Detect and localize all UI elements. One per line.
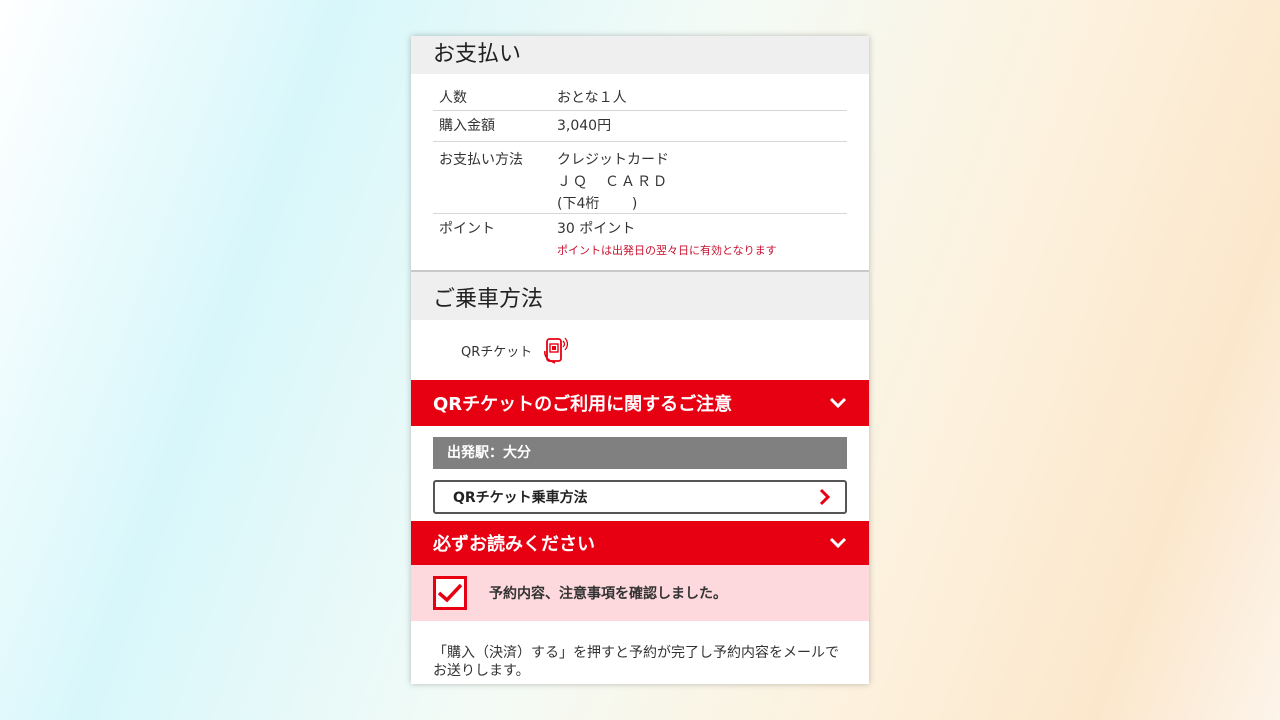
table-row: ポイント 30 ポイント ポイントは出発日の翌々日に有効となります <box>433 214 847 270</box>
row-value-payment-method: クレジットカード ＪＱ ＣＡＲＤ (下4桁 ) <box>557 149 847 213</box>
qr-boarding-howto-label: QRチケット乗車方法 <box>453 490 588 506</box>
qr-phone-icon <box>544 335 569 365</box>
row-label-payment-method: お支払い方法 <box>439 152 523 168</box>
qr-boarding-howto-button[interactable]: QRチケット乗車方法 <box>433 480 847 514</box>
must-read-header[interactable]: 必ずお読みください <box>411 521 869 565</box>
row-label-amount: 購入金額 <box>439 118 495 134</box>
departure-station-bar: 出発駅：大分 <box>433 437 847 469</box>
payment-card-last4: (下4桁 ) <box>557 196 638 212</box>
checkmark-icon <box>437 583 463 603</box>
confirm-checkbox[interactable] <box>433 576 467 610</box>
payment-table: 人数 おとな１人 購入金額 3,040円 お支払い方法 クレジットカード ＪＱ … <box>433 80 847 270</box>
boarding-method-label: QRチケット <box>461 344 533 360</box>
row-label-people: 人数 <box>439 90 467 106</box>
points-value: 30 ポイント <box>557 221 636 237</box>
boarding-section-title: ご乗車方法 <box>411 270 869 320</box>
table-row: 購入金額 3,040円 <box>433 111 847 142</box>
row-value-points: 30 ポイント ポイントは出発日の翌々日に有効となります <box>557 221 847 270</box>
row-value-people: おとな１人 <box>557 90 627 106</box>
chevron-down-icon <box>829 537 847 549</box>
payment-card-name: ＪＱ ＣＡＲＤ <box>557 174 669 190</box>
phone-screen: お支払い 人数 おとな１人 購入金額 3,040円 お支払い方法 クレジットカー… <box>411 36 869 684</box>
purchase-notice-text: 「購入（決済）する」を押すと予約が完了し予約内容をメールでお送りします。 <box>433 645 839 679</box>
row-label-points: ポイント <box>439 221 495 237</box>
must-read-title: 必ずお読みください <box>433 534 595 555</box>
confirm-label: 予約内容、注意事項を確認しました。 <box>489 586 727 602</box>
points-note: ポイントは出発日の翌々日に有効となります <box>557 244 777 257</box>
table-row: お支払い方法 クレジットカード ＪＱ ＣＡＲＤ (下4桁 ) <box>433 142 847 214</box>
chevron-down-icon <box>829 397 847 409</box>
payment-section-title: お支払い <box>411 36 869 74</box>
chevron-right-icon <box>819 488 831 506</box>
qr-notice-header[interactable]: QRチケットのご利用に関するご注意 <box>411 380 869 426</box>
qr-notice-title: QRチケットのご利用に関するご注意 <box>433 394 733 415</box>
confirm-row: 予約内容、注意事項を確認しました。 <box>411 565 869 621</box>
table-row: 人数 おとな１人 <box>433 80 847 111</box>
boarding-method: QRチケット <box>411 320 869 380</box>
row-value-amount: 3,040円 <box>557 118 612 134</box>
payment-method-type: クレジットカード <box>557 152 669 168</box>
